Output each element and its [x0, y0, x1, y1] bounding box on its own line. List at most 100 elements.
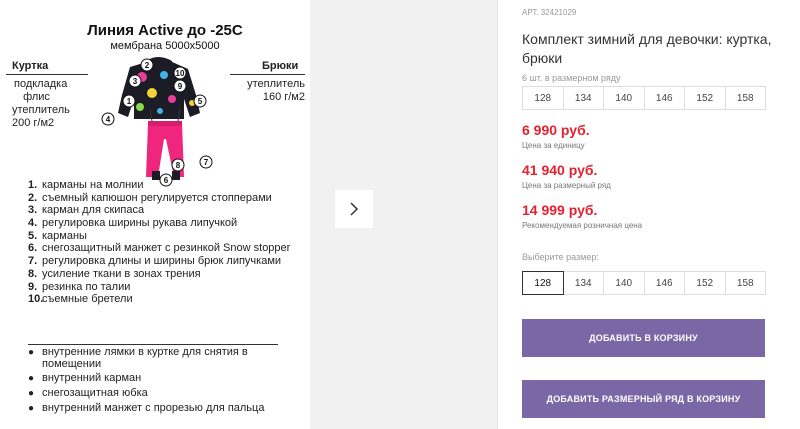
jacket-insulation: утеплитель 200 г/м2 — [12, 104, 70, 130]
price-row: 41 940 руб. — [522, 162, 598, 178]
feature-num: 10. — [28, 293, 44, 306]
feature-item: 1. карманы на молнии — [28, 179, 298, 192]
feature-divider — [28, 344, 278, 345]
bullet-text: снегозащитная юбка — [42, 386, 148, 399]
callout-10: 10 — [176, 69, 185, 78]
feature-list: 1. карманы на молнии 2. съемный капюшон ре… — [28, 179, 298, 307]
feature-text: карман для скипаса — [42, 204, 145, 217]
feature-item: 6. снегозащитный манжет с резинкой Snow s… — [28, 243, 298, 255]
size-option[interactable]: 140 — [603, 271, 645, 295]
feature-num: 8. — [28, 267, 38, 280]
feature-item: 8. усиление ткани в зонах трения — [28, 267, 298, 281]
callout-9: 9 — [178, 82, 183, 91]
jacket-insul-line2: 200 г/м2 — [12, 117, 55, 129]
feature-item: 5. карманы — [28, 229, 298, 243]
gallery-next-button[interactable] — [335, 190, 373, 228]
size-row-note: 6 шт. в размерном ряду — [522, 73, 621, 83]
feature-text: снегозащитный манжет с резинкой Snow sto… — [42, 242, 291, 255]
feature-num: 3. — [28, 204, 38, 217]
bullet-text: внутренние лямки в куртке для снятия в п… — [42, 346, 248, 370]
feature-item: 4. регулировка ширины рукава липучкой — [28, 218, 298, 230]
feature-text: карманы — [42, 229, 87, 242]
feature-text: усиление ткани в зонах трения — [42, 267, 201, 280]
jacket-divider — [6, 74, 88, 75]
size-option[interactable]: 158 — [724, 271, 766, 295]
feature-item: 9. резинка по талии — [28, 280, 298, 294]
bullet-item: ● внутренний манжет с прорезью для пальца — [28, 401, 298, 415]
callout-8: 8 — [176, 161, 181, 170]
row-size: 140 — [603, 86, 645, 110]
bullet-text: внутренний манжет с прорезью для пальца — [42, 401, 265, 414]
callout-3: 3 — [133, 77, 138, 86]
bullet-dot-icon: ● — [28, 347, 35, 358]
outfit-illustration: 2 10 9 3 1 5 4 8 7 6 — [101, 57, 213, 187]
feature-text: регулировка ширины рукава липучкой — [42, 217, 238, 230]
bullet-item: ● внутренние лямки в куртке для снятия в … — [28, 346, 298, 370]
price-row-note: Цена за размерный ряд — [522, 181, 611, 190]
panel-divider — [497, 0, 498, 429]
feature-num: 9. — [28, 280, 38, 293]
image-title: Линия Active до -25С — [87, 22, 243, 39]
feature-item: 2. съемный капюшон регулируется стопперам… — [28, 191, 298, 205]
feature-num: 4. — [28, 217, 38, 230]
bullet-item: ● внутренний карман — [28, 373, 298, 385]
product-image: Линия Active до -25С мембрана 5000х5000 … — [0, 0, 310, 429]
bullet-dot-icon: ● — [28, 387, 35, 399]
price-retail: 14 999 руб. — [522, 202, 598, 218]
jacket-insul-line1: утеплитель — [12, 104, 70, 116]
jacket-lining-line2: флис — [23, 91, 50, 103]
row-size: 158 — [724, 86, 766, 110]
bullet-text: внутренний карман — [42, 372, 142, 385]
size-picker: 128 134 140 146 152 158 — [522, 271, 766, 295]
article-number: АРТ. 32421029 — [522, 8, 577, 17]
jacket-lining: подкладка флис — [14, 78, 68, 104]
price-unit: 6 990 руб. — [522, 122, 590, 138]
size-option[interactable]: 146 — [643, 271, 685, 295]
feature-num: 6. — [28, 242, 38, 255]
size-option-selected[interactable]: 128 — [522, 271, 564, 295]
size-option[interactable]: 134 — [562, 271, 604, 295]
feature-num: 2. — [28, 191, 38, 204]
row-size: 146 — [643, 86, 685, 110]
product-gallery: Линия Active до -25С мембрана 5000х5000 … — [0, 0, 497, 429]
price-unit-note: Цена за единицу — [522, 141, 585, 150]
feature-text: съемные бретели — [42, 293, 133, 306]
callout-2: 2 — [145, 61, 150, 70]
choose-size-label: Выберите размер: — [522, 252, 599, 262]
image-subtitle: мембрана 5000х5000 — [110, 40, 220, 52]
add-size-row-to-cart-button[interactable]: ДОБАВИТЬ РАЗМЕРНЫЙ РЯД В КОРЗИНУ — [522, 380, 765, 418]
bullet-dot-icon: ● — [28, 373, 35, 385]
pants-divider — [230, 74, 305, 75]
feature-item: 3. карман для скипаса — [28, 205, 298, 217]
product-title: Комплект зимний для девочки: куртка, брю… — [522, 31, 772, 66]
bullet-item: ● снегозащитная юбка — [28, 386, 298, 400]
jacket-label: Куртка — [12, 60, 49, 72]
price-retail-note: Рекомендуемая розничная цена — [522, 221, 643, 230]
size-row-sizes: 128 134 140 146 152 158 — [522, 86, 766, 110]
feature-item: 10. съемные бретели — [28, 294, 298, 306]
row-size: 128 — [522, 86, 564, 110]
pants-insul-line1: утеплитель — [247, 78, 305, 90]
pants-insulation: утеплитель 160 г/м2 — [245, 78, 305, 104]
callout-5: 5 — [198, 97, 203, 106]
row-size: 134 — [562, 86, 604, 110]
callout-4: 4 — [106, 115, 111, 124]
callout-1: 1 — [127, 97, 132, 106]
jacket-lining-line1: подкладка — [14, 78, 68, 90]
bullet-list: ● внутренние лямки в куртке для снятия в … — [28, 346, 298, 417]
feature-text: резинка по талии — [42, 280, 131, 293]
bullet-dot-icon: ● — [28, 402, 35, 414]
feature-num: 7. — [28, 255, 38, 268]
feature-num: 1. — [28, 179, 38, 191]
size-option[interactable]: 152 — [684, 271, 726, 295]
pants-label: Брюки — [262, 60, 299, 72]
add-to-cart-button[interactable]: ДОБАВИТЬ В КОРЗИНУ — [522, 319, 765, 357]
row-size: 152 — [684, 86, 726, 110]
feature-num: 5. — [28, 229, 38, 242]
feature-item: 7. регулировка длины и ширины брюк липучк… — [28, 256, 298, 268]
feature-text: карманы на молнии — [42, 179, 144, 191]
feature-text: регулировка длины и ширины брюк липучкам… — [42, 255, 282, 268]
feature-text: съемный капюшон регулируется стопперами — [42, 191, 272, 204]
callout-7: 7 — [204, 158, 209, 167]
chevron-right-icon — [350, 202, 359, 216]
